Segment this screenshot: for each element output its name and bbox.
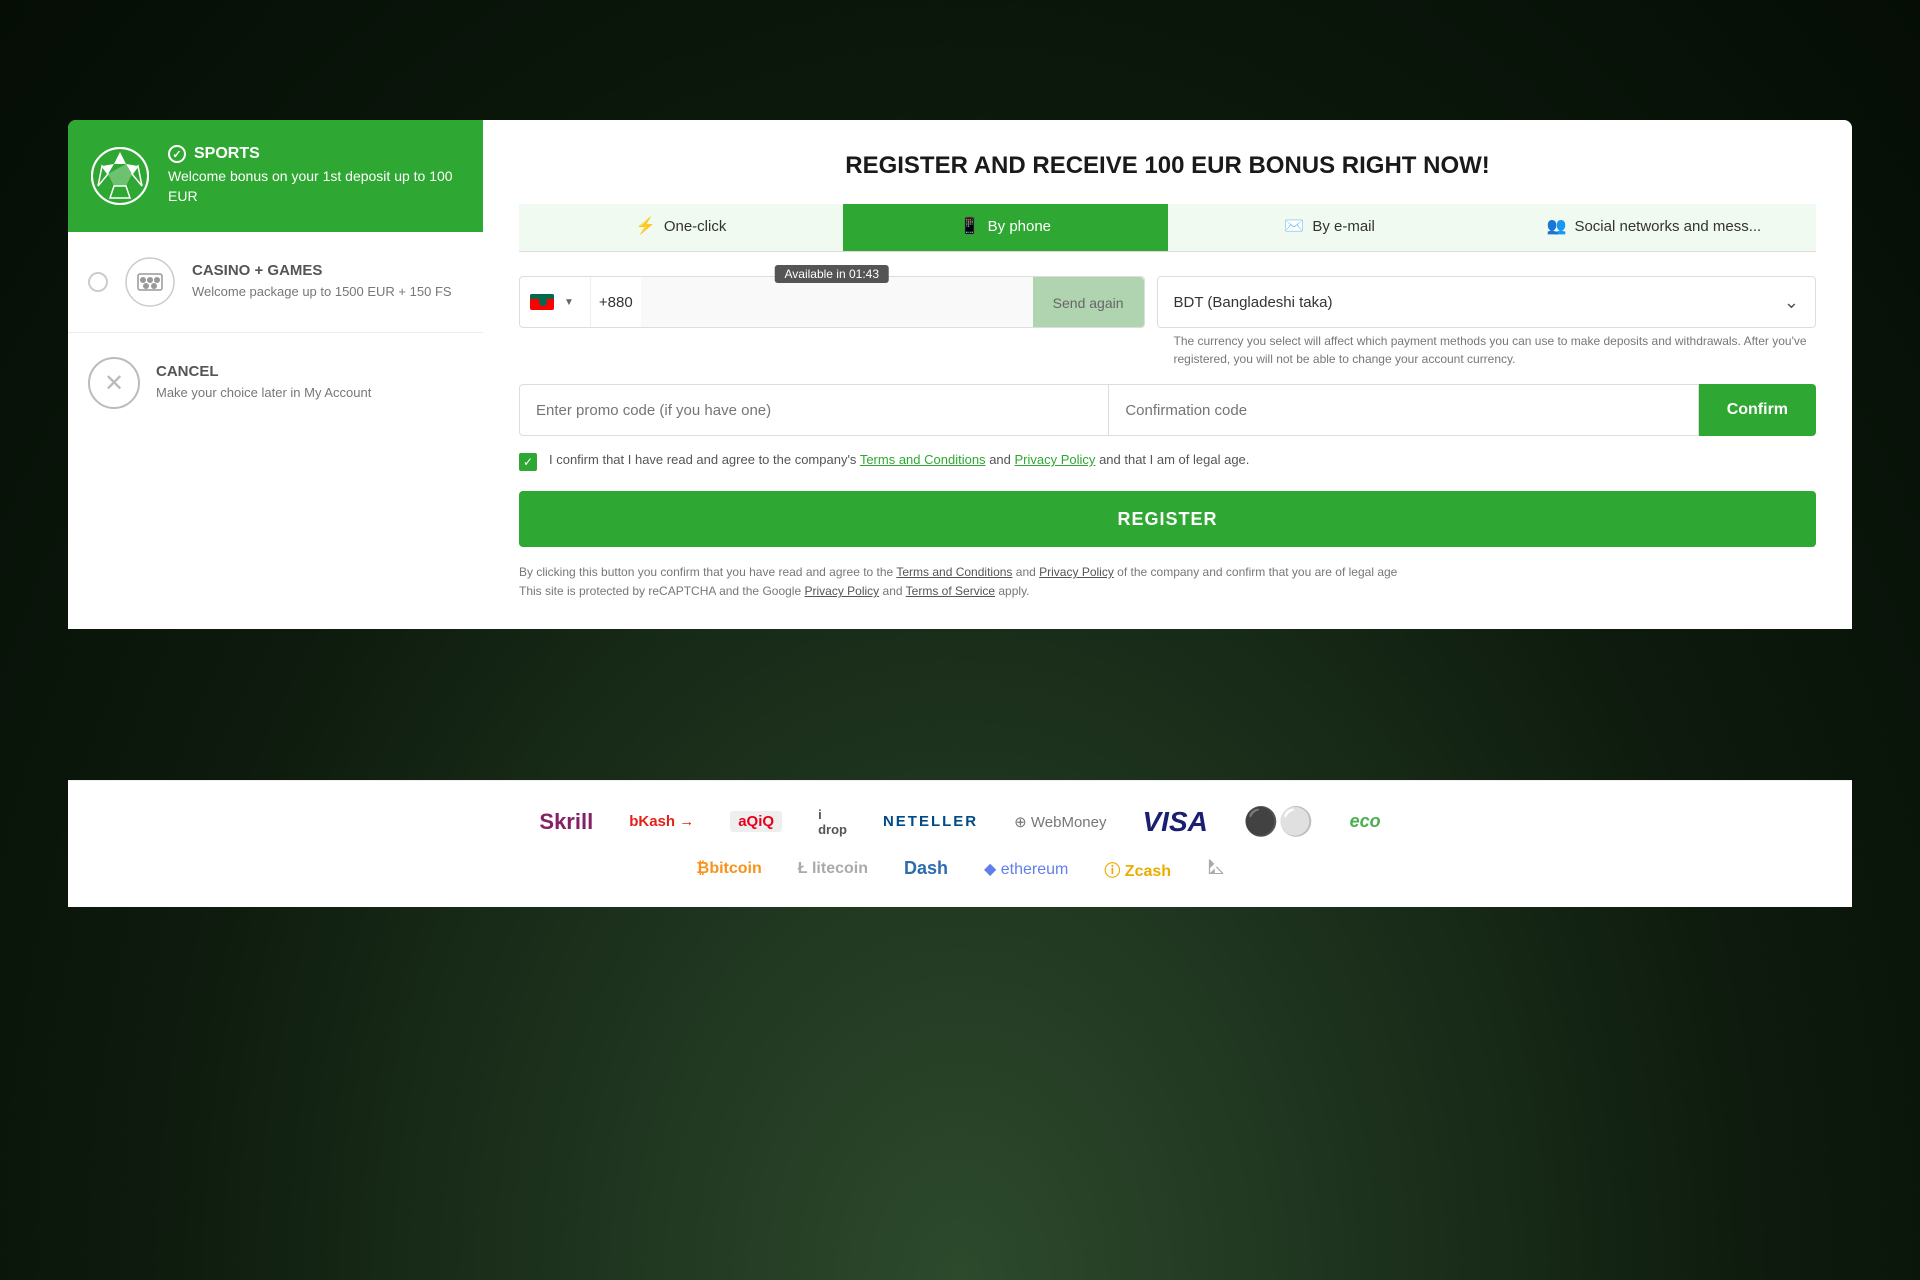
cancel-option[interactable]: ✕ CANCEL Make your choice later in My Ac… xyxy=(68,333,483,433)
shield-logo: ⛡ xyxy=(1207,854,1224,883)
tab-by-phone[interactable]: 📱 By phone xyxy=(843,204,1167,251)
litecoin-logo: Ł litecoin xyxy=(798,860,868,878)
visa-logo: VISA xyxy=(1142,806,1207,838)
confirmation-code-input[interactable] xyxy=(1109,384,1698,436)
flag-dot xyxy=(539,298,547,306)
registration-tabs: ⚡ One-click 📱 By phone ✉️ By e-mail 👥 So… xyxy=(519,204,1816,252)
zcash-logo: ⓘ Zcash xyxy=(1104,857,1171,881)
neteller-logo: NETELLER xyxy=(883,813,978,830)
right-panel: REGISTER AND RECEIVE 100 EUR BONUS RIGHT… xyxy=(483,120,1852,629)
casino-radio[interactable] xyxy=(88,272,108,292)
sports-desc: Welcome bonus on your 1st deposit up to … xyxy=(168,167,463,206)
payment-row-2: ₿bitcoin Ł litecoin Dash ◆ ethereum ⓘ Zc… xyxy=(108,854,1812,883)
eco-logo: eco xyxy=(1350,811,1381,832)
casino-desc: Welcome package up to 1500 EUR + 150 FS xyxy=(192,283,452,301)
payment-row-1: Skrill bKash → aQiQ idrop NETELLER ⊕ Web… xyxy=(108,805,1812,838)
register-form: REGISTER AND RECEIVE 100 EUR BONUS RIGHT… xyxy=(483,120,1852,629)
main-container: SPORTS Welcome bonus on your 1st deposit… xyxy=(68,120,1852,629)
tab-one-click-label: One-click xyxy=(664,218,727,235)
skrill-logo: Skrill xyxy=(539,809,593,835)
cancel-title: CANCEL xyxy=(156,363,371,380)
ethereum-logo: ◆ ethereum xyxy=(984,859,1068,879)
currency-selector[interactable]: BDT (Bangladeshi taka) ⌄ xyxy=(1157,276,1817,328)
tab-by-phone-label: By phone xyxy=(988,218,1051,235)
sports-text: SPORTS Welcome bonus on your 1st deposit… xyxy=(168,145,463,206)
terms-checkbox[interactable]: ✓ xyxy=(519,453,537,471)
privacy-link[interactable]: Privacy Policy xyxy=(1015,452,1096,467)
register-button[interactable]: REGISTER xyxy=(519,491,1816,547)
bangladesh-flag xyxy=(530,294,554,310)
currency-note: The currency you select will affect whic… xyxy=(1174,332,1817,368)
casino-text: CASINO + GAMES Welcome package up to 150… xyxy=(192,262,452,301)
code-row: Confirm xyxy=(519,384,1816,436)
promo-code-input[interactable] xyxy=(519,384,1109,436)
casino-title: CASINO + GAMES xyxy=(192,262,452,279)
soccer-ball-icon xyxy=(88,144,152,208)
currency-value: BDT (Bangladeshi taka) xyxy=(1174,294,1333,311)
tab-one-click[interactable]: ⚡ One-click xyxy=(519,204,843,251)
tab-social-label: Social networks and mess... xyxy=(1574,218,1761,235)
idrop-logo: idrop xyxy=(818,807,847,837)
register-title: REGISTER AND RECEIVE 100 EUR BONUS RIGHT… xyxy=(519,152,1816,180)
bottom-privacy-link[interactable]: Privacy Policy xyxy=(1039,565,1114,579)
dash-logo: Dash xyxy=(904,858,948,879)
terms-link[interactable]: Terms and Conditions xyxy=(860,452,986,467)
tab-by-email[interactable]: ✉️ By e-mail xyxy=(1168,204,1492,251)
confirm-button[interactable]: Confirm xyxy=(1699,384,1816,436)
bitcoin-logo: ₿bitcoin xyxy=(696,860,761,878)
lightning-icon: ⚡ xyxy=(636,216,656,236)
tab-by-email-label: By e-mail xyxy=(1312,218,1375,235)
available-badge: Available in 01:43 xyxy=(774,265,889,283)
phone-icon: 📱 xyxy=(960,216,980,236)
currency-chevron: ⌄ xyxy=(1784,292,1799,313)
mastercard-logo: ⚫⚪ xyxy=(1244,805,1314,838)
sports-title: SPORTS xyxy=(168,145,463,163)
bkash-logo: bKash → xyxy=(629,813,694,830)
social-icon: 👥 xyxy=(1547,216,1567,236)
check-circle-icon xyxy=(168,145,186,163)
phone-input-group: ▼ +880 Send again xyxy=(519,276,1145,328)
bottom-terms-link[interactable]: Terms and Conditions xyxy=(896,565,1012,579)
bottom-note: By clicking this button you confirm that… xyxy=(519,563,1816,601)
casino-icon xyxy=(124,256,176,308)
webmoney-logo: ⊕ WebMoney xyxy=(1014,813,1106,831)
send-again-button[interactable]: Send again xyxy=(1033,277,1144,328)
cancel-desc: Make your choice later in My Account xyxy=(156,384,371,402)
country-code-display: +880 xyxy=(591,277,641,327)
aiqc-logo: aQiQ xyxy=(730,811,782,832)
left-panel: SPORTS Welcome bonus on your 1st deposit… xyxy=(68,120,483,629)
terms-text: I confirm that I have read and agree to … xyxy=(549,452,1249,467)
casino-option[interactable]: CASINO + GAMES Welcome package up to 150… xyxy=(68,232,483,333)
phone-field-wrap: Available in 01:43 ▼ +880 Send again xyxy=(519,276,1145,328)
bottom-tos-link[interactable]: Terms of Service xyxy=(906,584,995,598)
email-icon: ✉️ xyxy=(1284,216,1304,236)
sports-label: SPORTS xyxy=(194,145,260,163)
payment-section: Skrill bKash → aQiQ idrop NETELLER ⊕ Web… xyxy=(68,780,1852,907)
sports-option[interactable]: SPORTS Welcome bonus on your 1st deposit… xyxy=(68,120,483,232)
bottom-privacy-link2[interactable]: Privacy Policy xyxy=(804,584,879,598)
cancel-x-icon: ✕ xyxy=(88,357,140,409)
country-selector[interactable]: ▼ xyxy=(520,277,591,327)
tab-social[interactable]: 👥 Social networks and mess... xyxy=(1492,204,1816,251)
terms-row: ✓ I confirm that I have read and agree t… xyxy=(519,452,1816,471)
phone-number-input[interactable] xyxy=(641,277,1034,327)
cancel-text: CANCEL Make your choice later in My Acco… xyxy=(156,363,371,402)
country-chevron: ▼ xyxy=(564,297,574,308)
